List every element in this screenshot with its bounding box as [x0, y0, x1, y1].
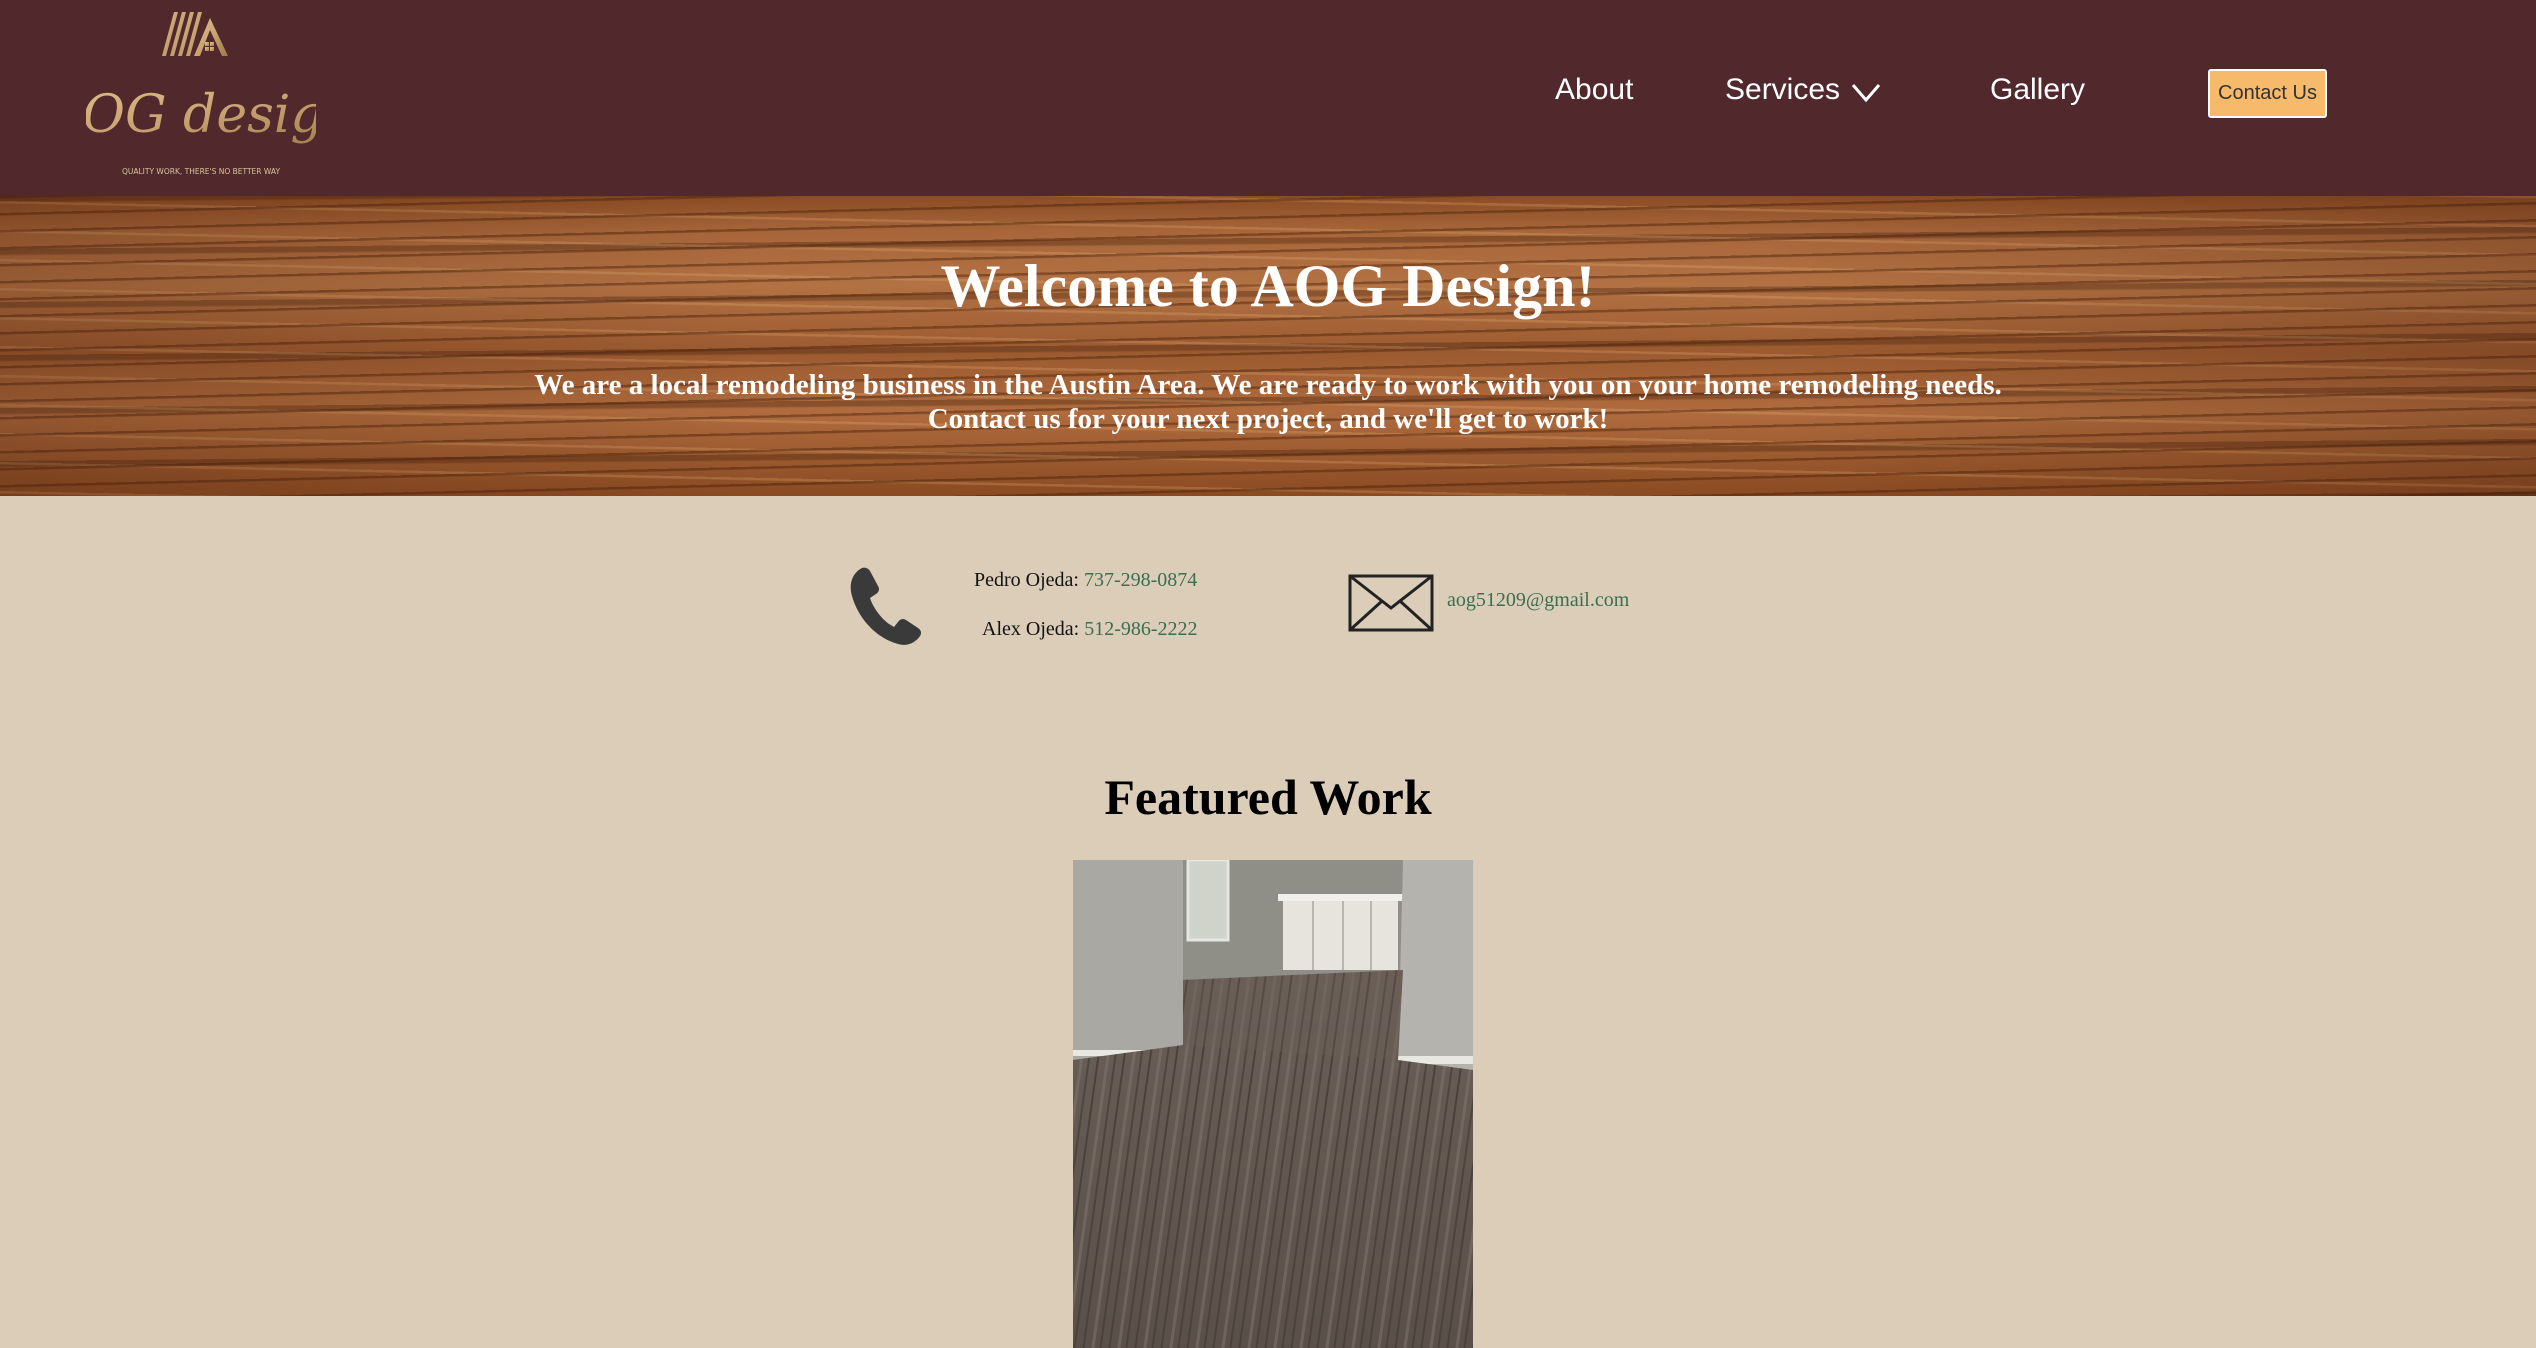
phone-number-link[interactable]: 737-298-0874 [1084, 569, 1197, 591]
email-link[interactable]: aog51209@gmail.com [1447, 587, 1629, 613]
featured-work-title: Featured Work [1104, 769, 1432, 825]
hero-wood-texture [0, 196, 2536, 496]
logo-graphic: AOG design QUALITY WORK, THERE'S NO BETT… [86, 12, 316, 176]
phone-number-link[interactable]: 512-986-2222 [1084, 618, 1197, 640]
hero-banner: Welcome to AOG Design! We are a local re… [0, 196, 2536, 496]
site-logo[interactable]: AOG design QUALITY WORK, THERE'S NO BETT… [86, 4, 316, 182]
hero-description: We are a local remodeling business in th… [0, 368, 2536, 436]
phone-contact-name: Alex Ojeda: [982, 618, 1080, 640]
contact-us-button[interactable]: Contact Us [2208, 69, 2327, 118]
hero-line-2: Contact us for your next project, and we… [927, 403, 1609, 435]
phone-contact-name: Pedro Ojeda: [974, 569, 1079, 591]
phone-contact-alex: Alex Ojeda: 512-986-2222 [982, 616, 1198, 642]
chevron-down-icon[interactable] [1850, 78, 1882, 106]
nav-about[interactable]: About [1555, 70, 1633, 110]
phone-icon [850, 567, 922, 645]
logo-wordmark: AOG design [86, 85, 316, 145]
site-header: AOG design QUALITY WORK, THERE'S NO BETT… [0, 0, 2536, 196]
featured-work-photo[interactable] [1073, 860, 1473, 1348]
hero-title: Welcome to AOG Design! [940, 253, 1596, 319]
nav-services[interactable]: Services [1725, 70, 1840, 110]
phone-contact-pedro: Pedro Ojeda: 737-298-0874 [974, 567, 1197, 593]
logo-roof-icon [162, 12, 228, 56]
featured-photo-image [1073, 860, 1473, 1348]
logo-tagline: QUALITY WORK, THERE'S NO BETTER WAY [122, 167, 280, 176]
nav-gallery[interactable]: Gallery [1990, 70, 2085, 110]
hero-line-1: We are a local remodeling business in th… [534, 369, 2002, 401]
mail-icon [1348, 574, 1434, 632]
